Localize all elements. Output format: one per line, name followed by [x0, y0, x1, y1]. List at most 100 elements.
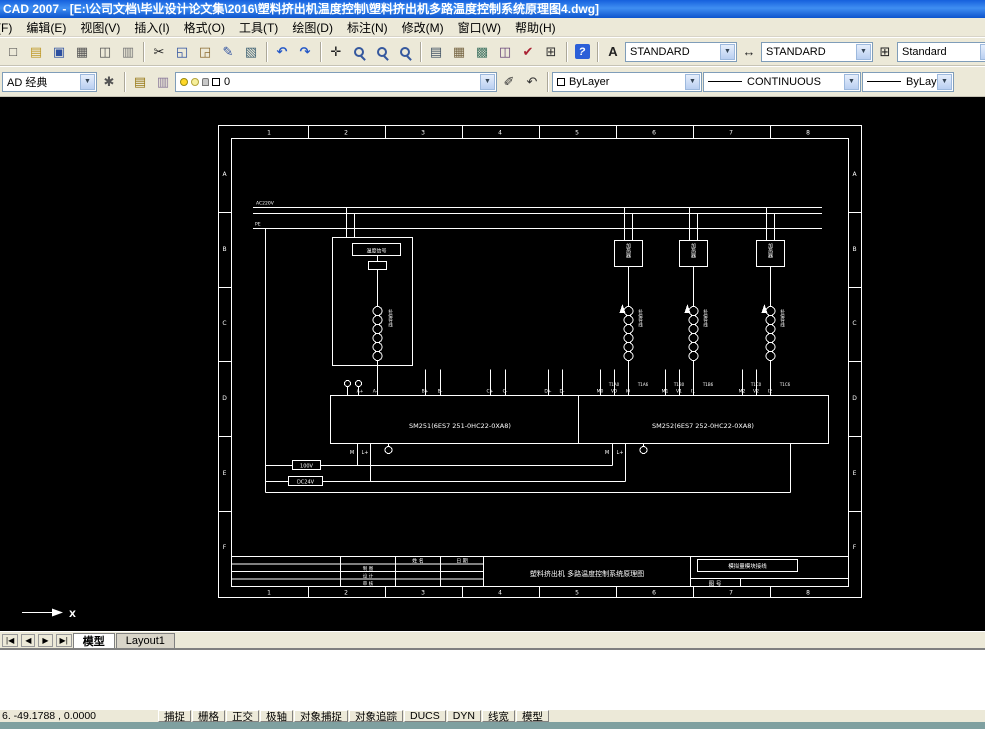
supply-wiring — [265, 228, 791, 493]
menu-tools[interactable]: 工具(T) — [232, 18, 285, 36]
toggle-otrack[interactable]: 对象追踪 — [349, 710, 403, 722]
save-icon[interactable] — [48, 41, 70, 63]
designcenter-icon[interactable] — [448, 41, 470, 63]
tab-nav-next-icon[interactable]: ▶ — [38, 634, 53, 647]
dim-style-combo[interactable]: STANDARD ▼ — [761, 41, 873, 62]
toolbar-separator — [320, 41, 321, 62]
svg-text:8: 8 — [806, 590, 810, 597]
svg-text:I1: I1 — [691, 389, 695, 395]
redo-icon[interactable] — [294, 41, 316, 63]
toggle-snap[interactable]: 捕捉 — [158, 710, 191, 722]
menu-draw[interactable]: 绘图(D) — [285, 18, 340, 36]
paste-icon[interactable] — [194, 41, 216, 63]
svg-text:C: C — [222, 320, 226, 327]
toggle-ducs[interactable]: DUCS — [404, 710, 446, 722]
chevron-down-icon[interactable]: ▼ — [685, 73, 700, 90]
undo-icon[interactable] — [271, 41, 293, 63]
plot-preview-icon[interactable] — [94, 41, 116, 63]
layer-properties-icon[interactable] — [129, 71, 151, 93]
make-layer-current-icon[interactable] — [498, 71, 520, 93]
menu-format[interactable]: 格式(O) — [177, 18, 232, 36]
text-style-combo[interactable]: STANDARD ▼ — [625, 41, 737, 62]
layer-on-icon[interactable] — [180, 77, 188, 86]
layer-previous-icon[interactable] — [521, 71, 543, 93]
model-space-canvas[interactable]: 1 2 3 4 5 6 7 8 1 2 3 4 5 6 7 8 A B C D E F A B C D E… — [0, 97, 985, 631]
table-style-icon[interactable] — [874, 41, 896, 63]
chevron-down-icon[interactable]: ▼ — [937, 73, 952, 90]
svg-text:I0: I0 — [626, 389, 630, 395]
menu-dimension[interactable]: 标注(N) — [340, 18, 395, 36]
copy-icon[interactable] — [171, 41, 193, 63]
chevron-down-icon[interactable]: ▼ — [856, 43, 871, 60]
toolbar-separator — [566, 41, 567, 62]
menu-modify[interactable]: 修改(M) — [395, 18, 451, 36]
publish-icon[interactable] — [117, 41, 139, 63]
tc-wire-label-c: 补偿导线 — [780, 308, 785, 328]
layer-freeze-icon[interactable] — [191, 77, 199, 86]
plot-icon[interactable] — [71, 41, 93, 63]
tab-nav-last-icon[interactable]: ▶| — [55, 634, 72, 647]
toggle-grid[interactable]: 栅格 — [192, 710, 225, 722]
drawing-canvas[interactable]: 1 2 3 4 5 6 7 8 1 2 3 4 5 6 7 8 A B C D E F A B C D E… — [0, 97, 985, 631]
window-titlebar[interactable]: CAD 2007 - [E:\公司文档\毕业设计论文集\2016\塑料挤出机温度… — [0, 0, 985, 18]
menu-edit[interactable]: 编辑(E) — [19, 18, 73, 36]
svg-text:C-: C- — [503, 389, 508, 395]
color-combo[interactable]: ByLayer ▼ — [552, 71, 702, 92]
layer-states-icon[interactable] — [152, 71, 174, 93]
zoom-previous-icon[interactable] — [394, 41, 416, 63]
chevron-down-icon[interactable]: ▼ — [720, 43, 735, 60]
linetype-combo[interactable]: CONTINUOUS ▼ — [703, 71, 861, 92]
layer-combo[interactable]: 0 ▼ — [175, 71, 497, 92]
workspace-combo[interactable]: AD 经典 ▼ — [2, 71, 97, 92]
match-properties-icon[interactable] — [217, 41, 239, 63]
workspace-settings-icon[interactable] — [98, 71, 120, 93]
tb-name-col: 姓 名 — [412, 558, 424, 565]
toggle-dyn[interactable]: DYN — [446, 710, 481, 722]
layer-lock-icon[interactable] — [202, 77, 209, 86]
chevron-down-icon[interactable]: ▼ — [80, 73, 95, 90]
dim-style-icon[interactable] — [738, 41, 760, 63]
menu-help[interactable]: 帮助(H) — [508, 18, 563, 36]
tool-palettes-icon[interactable] — [471, 41, 493, 63]
label-dc24v: DC24V — [297, 480, 315, 486]
pan-icon[interactable] — [325, 41, 347, 63]
taskbar-sliver — [0, 722, 985, 729]
menu-insert[interactable]: 插入(I) — [127, 18, 176, 36]
toggle-lineweight[interactable]: 线宽 — [481, 710, 515, 722]
svg-text:V0: V0 — [611, 389, 617, 395]
chevron-down-icon[interactable]: ▼ — [480, 73, 495, 90]
toggle-model[interactable]: 模型 — [515, 710, 549, 722]
toolbar-separator — [266, 41, 267, 62]
tab-layout1[interactable]: Layout1 — [115, 633, 175, 648]
table-style-combo[interactable]: Standard ▼ — [897, 41, 985, 62]
toggle-polar[interactable]: 极轴 — [260, 710, 293, 722]
toggle-osnap[interactable]: 对象捕捉 — [294, 710, 348, 722]
zoom-window-icon[interactable] — [371, 41, 393, 63]
tab-model[interactable]: 模型 — [72, 633, 115, 648]
properties-icon[interactable] — [425, 41, 447, 63]
block-editor-icon[interactable] — [240, 41, 262, 63]
svg-text:D: D — [222, 395, 227, 402]
chevron-down-icon[interactable]: ▼ — [844, 73, 859, 90]
zoom-realtime-icon[interactable] — [348, 41, 370, 63]
menu-view[interactable]: 视图(V) — [73, 18, 127, 36]
text-style-icon[interactable] — [602, 41, 624, 63]
tab-nav-prev-icon[interactable]: ◀ — [21, 634, 36, 647]
tab-nav-first-icon[interactable]: |◀ — [2, 634, 19, 647]
markup-icon[interactable] — [517, 41, 539, 63]
lineweight-combo[interactable]: ByLayer ▼ — [862, 71, 954, 92]
open-icon[interactable] — [25, 41, 47, 63]
chevron-down-icon[interactable]: ▼ — [980, 43, 985, 60]
menu-window[interactable]: 窗口(W) — [451, 18, 508, 36]
cut-icon[interactable] — [148, 41, 170, 63]
heater-unit-c — [756, 207, 785, 396]
quickcalc-icon[interactable] — [540, 41, 562, 63]
sheetset-manager-icon[interactable] — [494, 41, 516, 63]
help-icon[interactable] — [571, 41, 593, 63]
coil-term-b6: T1B6 — [702, 382, 714, 387]
svg-text:2: 2 — [344, 130, 348, 137]
toggle-ortho[interactable]: 正交 — [226, 710, 259, 722]
menu-file[interactable]: 文件(F) — [0, 18, 19, 36]
new-icon[interactable] — [2, 41, 24, 63]
command-window[interactable] — [0, 648, 985, 710]
